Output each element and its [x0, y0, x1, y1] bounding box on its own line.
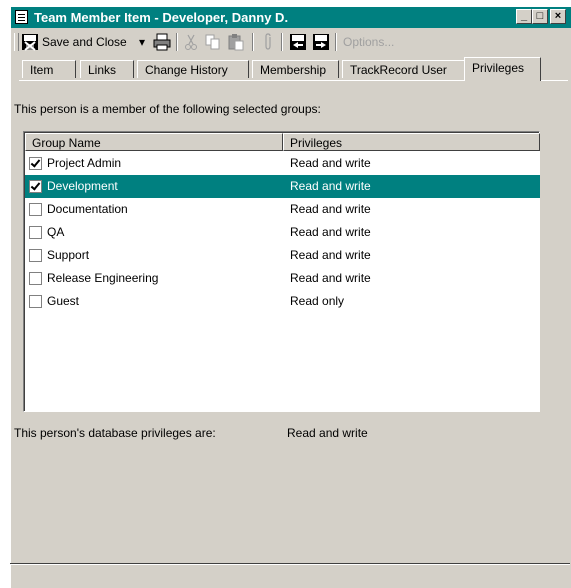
group-checkbox[interactable] — [29, 203, 42, 216]
list-item[interactable]: Documentation Read and write — [25, 198, 540, 221]
document-icon — [15, 10, 28, 24]
paste-clipboard-icon — [228, 34, 244, 51]
list-header: Group Name Privileges — [25, 133, 540, 151]
tab-privileges[interactable]: Privileges — [464, 57, 541, 81]
group-name: Documentation — [47, 202, 128, 216]
paste-button[interactable] — [227, 32, 245, 52]
list-item[interactable]: Project Admin Read and write — [25, 152, 540, 175]
save-and-close-button[interactable]: Save and Close — [21, 32, 127, 52]
list-item[interactable]: Support Read and write — [25, 244, 540, 267]
save-dropdown-arrow[interactable]: ▾ — [139, 32, 145, 52]
groups-list[interactable]: Group Name Privileges Project Admin Read … — [23, 131, 540, 412]
toolbar-grip[interactable] — [14, 33, 19, 51]
next-item-icon — [313, 34, 329, 50]
group-name: QA — [47, 225, 65, 239]
minimize-button[interactable]: _ — [516, 9, 532, 24]
attach-button[interactable] — [262, 32, 274, 52]
tab-item[interactable]: Item — [22, 60, 76, 78]
group-name: Release Engineering — [47, 271, 159, 285]
database-privileges-label: This person's database privileges are: — [14, 426, 216, 440]
column-header-privileges[interactable]: Privileges — [283, 133, 540, 151]
maximize-button[interactable]: □ — [532, 9, 548, 24]
save-disk-icon — [22, 34, 38, 51]
list-item[interactable]: QA Read and write — [25, 221, 540, 244]
group-checkbox[interactable] — [29, 226, 42, 239]
tab-membership[interactable]: Membership — [252, 60, 339, 78]
group-checkbox[interactable] — [29, 157, 42, 170]
window-title: Team Member Item - Developer, Danny D. — [34, 10, 289, 25]
save-and-close-label: Save and Close — [42, 35, 127, 49]
group-privileges: Read and write — [290, 156, 371, 170]
database-privileges-value: Read and write — [287, 426, 368, 440]
group-privileges: Read and write — [290, 225, 371, 239]
group-checkbox[interactable] — [29, 295, 42, 308]
group-checkbox[interactable] — [29, 180, 42, 193]
printer-icon — [153, 33, 171, 51]
toolbar: Save and Close ▾ Options... — [11, 29, 571, 55]
groups-intro-text: This person is a member of the following… — [14, 102, 321, 116]
group-checkbox[interactable] — [29, 272, 42, 285]
tab-change-history[interactable]: Change History — [137, 60, 249, 78]
list-item[interactable]: Development Read and write — [25, 175, 540, 198]
chevron-down-icon: ▾ — [139, 35, 146, 49]
print-button[interactable] — [153, 32, 171, 52]
paperclip-icon — [265, 33, 271, 50]
previous-item-button[interactable] — [289, 32, 307, 52]
group-privileges: Read and write — [290, 271, 371, 285]
group-privileges: Read and write — [290, 248, 371, 262]
tab-trackrecord-user[interactable]: TrackRecord User — [342, 60, 465, 78]
group-privileges: Read and write — [290, 202, 371, 216]
copy-button[interactable] — [204, 32, 222, 52]
group-privileges: Read only — [290, 294, 345, 308]
group-name: Support — [47, 248, 90, 262]
options-button[interactable]: Options... — [343, 32, 394, 52]
group-checkbox[interactable] — [29, 249, 42, 262]
tab-links[interactable]: Links — [80, 60, 134, 78]
next-item-button[interactable] — [312, 32, 330, 52]
title-bar[interactable]: Team Member Item - Developer, Danny D. _… — [11, 7, 571, 28]
group-name: Guest — [47, 294, 80, 308]
list-item[interactable]: Guest Read only — [25, 290, 540, 313]
scissors-icon — [185, 34, 197, 50]
close-button[interactable]: × — [550, 9, 566, 24]
group-name: Project Admin — [47, 156, 122, 170]
previous-item-icon — [290, 34, 306, 50]
copy-icon — [205, 34, 220, 50]
group-name: Development — [47, 179, 118, 193]
cut-button[interactable] — [183, 32, 199, 52]
column-header-group-name[interactable]: Group Name — [25, 133, 283, 151]
bottom-divider — [10, 563, 570, 565]
list-item[interactable]: Release Engineering Read and write — [25, 267, 540, 290]
tab-strip: Item Links Change History Membership Tra… — [11, 55, 571, 81]
group-privileges: Read and write — [290, 179, 371, 193]
